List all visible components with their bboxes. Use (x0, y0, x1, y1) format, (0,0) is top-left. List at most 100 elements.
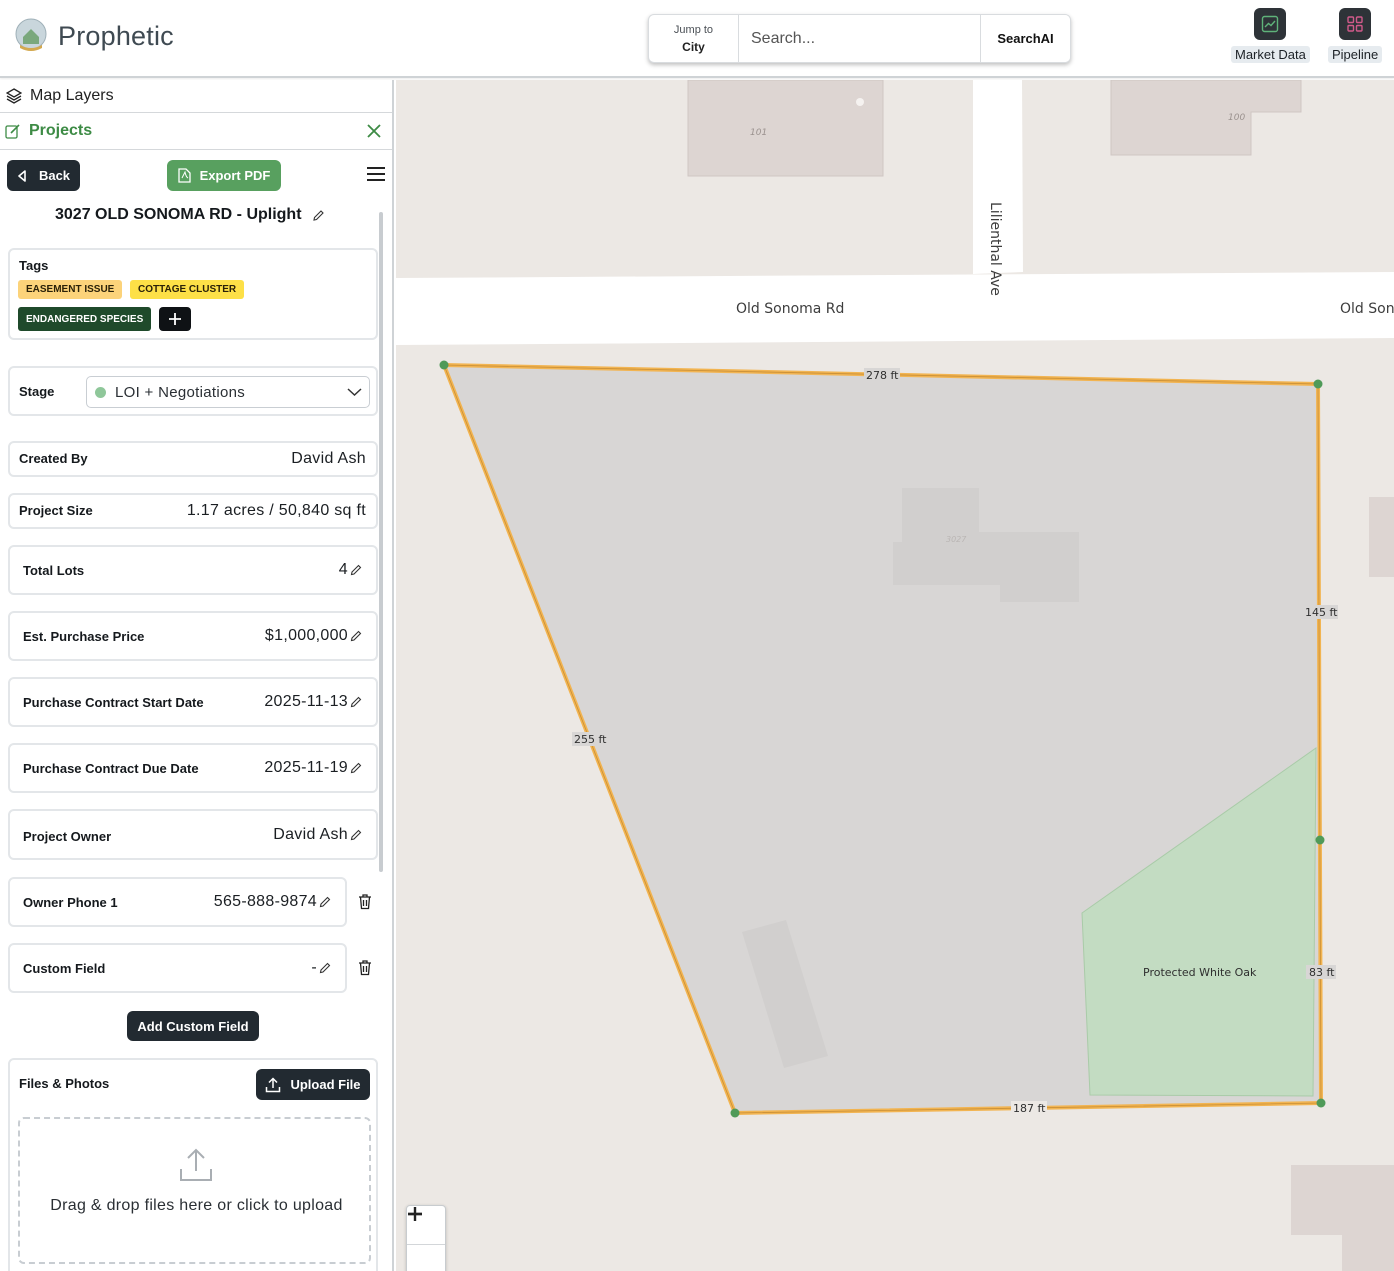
street-label-old-sonoma-cut: Old Son (1340, 301, 1394, 317)
export-pdf-label: Export PDF (199, 168, 271, 183)
field-label: Project Size (19, 503, 93, 518)
hamburger-menu-icon[interactable] (367, 167, 385, 183)
dimension-label: 187 ft (1013, 1102, 1046, 1115)
field-value: - (311, 959, 317, 976)
pencil-icon[interactable] (350, 829, 362, 841)
tag-label: EASEMENT ISSUE (26, 284, 115, 295)
back-label: Back (38, 168, 71, 183)
plus-icon (169, 313, 181, 325)
field-project-size: Project Size 1.17 acres / 50,840 sq ft (8, 493, 378, 529)
stage-card: Stage LOI + Negotiations (8, 366, 378, 416)
vertex-handle[interactable] (439, 360, 449, 370)
street-label-lilienthal: Lilienthal Ave (987, 202, 1003, 296)
field-label: Created By (19, 451, 88, 466)
map-layers-label: Map Layers (30, 87, 114, 104)
field-label: Project Owner (23, 829, 112, 844)
project-toolbar: Back Export PDF (0, 150, 392, 202)
search-bar: Jump to City SearchAI (648, 14, 1071, 63)
road-old-sonoma (396, 272, 1394, 345)
building-number: 101 (750, 128, 767, 138)
search-input[interactable] (739, 15, 980, 62)
field-created-by: Created By David Ash (8, 441, 378, 477)
pencil-icon[interactable] (350, 762, 362, 774)
tag-cottage-cluster[interactable]: COTTAGE CLUSTER (130, 280, 245, 299)
trash-icon[interactable] (357, 893, 373, 910)
tags-card: Tags EASEMENT ISSUE COTTAGE CLUSTER ENDA… (8, 248, 378, 340)
vertex-handle[interactable] (1316, 1098, 1326, 1108)
field-value: $1,000,000 (264, 627, 348, 644)
field-contract-start-date: Purchase Contract Start Date 2025-11-13 (8, 677, 378, 727)
street-label-old-sonoma: Old Sonoma Rd (736, 301, 844, 317)
project-title-text: 3027 OLD SONOMA RD - Uplight (55, 206, 302, 223)
stage-label: Stage (19, 384, 55, 399)
pencil-icon[interactable] (350, 564, 362, 576)
field-value: David Ash (291, 450, 366, 467)
upload-icon (266, 1076, 281, 1092)
pipeline-button[interactable]: Pipeline (1328, 8, 1383, 63)
stage-select[interactable]: LOI + Negotiations (86, 376, 370, 408)
vertex-handle[interactable] (730, 1108, 740, 1118)
sidebar-scrollbar[interactable] (379, 212, 383, 872)
back-button[interactable]: Back (7, 160, 80, 191)
add-custom-field-button[interactable]: Add Custom Field (127, 1011, 259, 1041)
field-label: Total Lots (23, 563, 85, 578)
app-logo[interactable]: Prophetic (14, 17, 174, 55)
trash-icon[interactable] (357, 959, 373, 976)
zoom-out-button[interactable] (407, 1212, 445, 1271)
pencil-icon[interactable] (319, 896, 331, 908)
stage-status-dot (95, 386, 106, 398)
chart-icon (1254, 8, 1287, 40)
field-est-purchase-price: Est. Purchase Price $1,000,000 (8, 611, 378, 661)
building-number: 100 (1228, 113, 1245, 123)
field-value: David Ash (273, 826, 348, 843)
pencil-icon[interactable] (312, 209, 325, 222)
field-value: 1.17 acres / 50,840 sq ft (186, 502, 366, 519)
building-footprint (1369, 497, 1394, 577)
files-photos-card: Files & Photos Upload File Drag & drop f… (8, 1058, 378, 1271)
vertex-handle[interactable] (1313, 379, 1323, 389)
dimension-label: 255 ft (574, 733, 607, 746)
field-label: Owner Phone 1 (23, 895, 118, 910)
field-value: 2025-11-19 (264, 759, 348, 776)
field-label: Purchase Contract Start Date (23, 695, 204, 710)
projects-header: Projects (0, 113, 392, 150)
jump-to-value: City (682, 39, 705, 54)
market-data-label: Market Data (1231, 46, 1310, 63)
upload-icon (180, 1148, 212, 1181)
logo-icon (14, 17, 48, 55)
building-footprint (1291, 1165, 1394, 1271)
field-project-owner: Project Owner David Ash (8, 809, 378, 860)
upload-file-button[interactable]: Upload File (256, 1069, 370, 1100)
field-custom-field: Custom Field - (8, 943, 347, 993)
market-data-button[interactable]: Market Data (1231, 8, 1310, 63)
files-photos-label: Files & Photos (19, 1076, 110, 1091)
pencil-icon[interactable] (350, 696, 362, 708)
chevron-down-icon (347, 388, 362, 397)
building-footprint (687, 80, 884, 177)
tag-endangered-species[interactable]: ENDANGERED SPECIES (18, 307, 152, 331)
dimension-label: 278 ft (866, 369, 899, 382)
tag-label: COTTAGE CLUSTER (138, 284, 237, 295)
arrow-left-icon (18, 169, 26, 182)
map-layers-toggle[interactable]: Map Layers (0, 80, 392, 113)
vertex-handle[interactable] (1315, 835, 1325, 845)
export-pdf-button[interactable]: Export PDF (167, 160, 281, 191)
jump-to-label: Jump to (673, 23, 714, 36)
add-tag-button[interactable] (159, 307, 191, 331)
close-icon[interactable] (365, 122, 383, 140)
layers-icon (6, 88, 22, 104)
map-view[interactable]: 101 100 Old Sonoma Rd Old Son Lilienthal… (396, 80, 1394, 1271)
field-label: Purchase Contract Due Date (23, 761, 199, 776)
building-footprint (1110, 80, 1302, 156)
search-ai-button[interactable]: SearchAI (980, 15, 1070, 62)
pencil-icon[interactable] (350, 630, 362, 642)
tag-easement-issue[interactable]: EASEMENT ISSUE (18, 280, 123, 299)
field-value: 4 (338, 561, 348, 578)
project-sidebar: Map Layers Projects Back Export PDF 3027… (0, 80, 394, 1271)
app-name: Prophetic (58, 20, 174, 51)
field-owner-phone-1: Owner Phone 1 565-888-9874 (8, 877, 347, 927)
pencil-icon[interactable] (319, 962, 331, 974)
projects-label: Projects (29, 122, 93, 139)
jump-to-select[interactable]: Jump to City (649, 15, 739, 62)
file-dropzone[interactable]: Drag & drop files here or click to uploa… (18, 1117, 371, 1264)
